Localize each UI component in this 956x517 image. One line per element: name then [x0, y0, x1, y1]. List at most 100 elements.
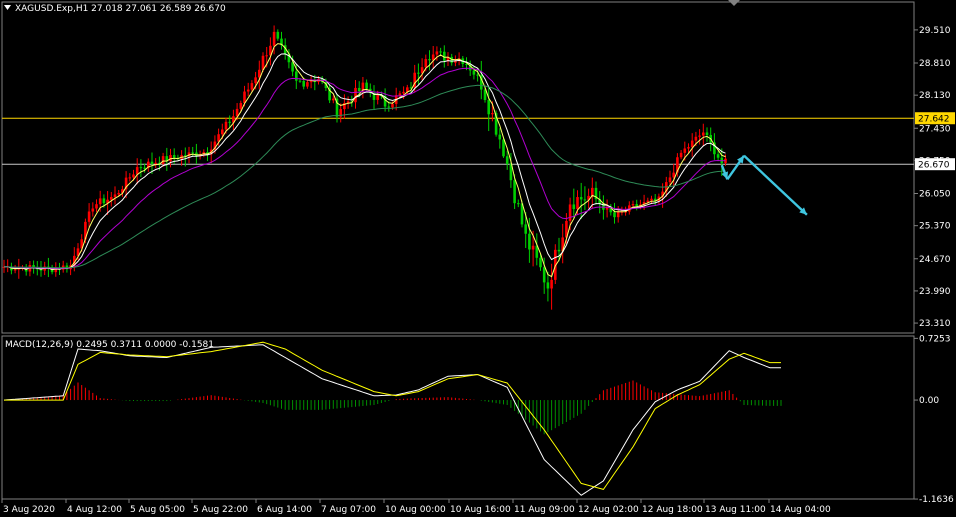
candle-body: [387, 106, 391, 108]
candle-body: [309, 80, 313, 83]
candle-body: [265, 55, 268, 57]
symbol-header: XAGUSD.Exp,H1 27.018 27.061 26.589 26.67…: [15, 4, 226, 14]
candle-body: [95, 204, 98, 209]
candle-body: [302, 80, 305, 87]
price-tick-label: 24.670: [919, 255, 951, 265]
candle-body: [365, 82, 368, 89]
candle-body: [298, 80, 302, 82]
candle-body: [169, 155, 172, 162]
candle-body: [272, 31, 276, 46]
candle-body: [513, 180, 516, 204]
price-tick-label: 28.810: [919, 59, 951, 69]
time-tick-label: 12 Aug 02:00: [578, 505, 639, 515]
candle-body: [221, 129, 224, 135]
candle-body: [705, 132, 709, 136]
candle-body: [354, 87, 357, 103]
candle-body: [631, 204, 635, 206]
candle-body: [228, 121, 231, 123]
candle-body: [502, 139, 505, 157]
candle-body: [583, 199, 587, 201]
candle-body: [687, 147, 690, 149]
candle-body: [117, 192, 120, 195]
price-tick-label: 29.510: [919, 26, 951, 36]
time-tick-label: 5 Aug 05:00: [130, 505, 185, 515]
candle-body: [254, 77, 257, 84]
price-tag-text-1: 26.670: [918, 161, 950, 171]
macd-header: MACD(12,26,9) 0.2495 0.3711 0.0000 -0.15…: [5, 340, 214, 350]
candle-body: [332, 98, 335, 101]
candle-body: [87, 211, 91, 222]
candle-body: [91, 208, 95, 212]
candle-body: [150, 161, 154, 165]
candle-body: [591, 187, 594, 196]
candle-body: [132, 174, 135, 178]
candle-body: [135, 167, 139, 175]
candle-body: [376, 94, 379, 100]
candle-body: [716, 154, 720, 158]
candle-body: [102, 198, 106, 204]
price-tick-label: 27.430: [919, 124, 951, 134]
candle-body: [635, 204, 638, 207]
time-tick-label: 11 Aug 09:00: [514, 505, 575, 515]
candle-body: [491, 113, 494, 115]
candle-body: [154, 162, 157, 165]
candle-body: [98, 198, 102, 205]
candle-body: [357, 87, 361, 92]
candle-body: [528, 233, 531, 250]
candle-body: [143, 167, 146, 169]
price-tag-text-0: 27.642: [918, 115, 950, 125]
candle-body: [139, 167, 143, 169]
candle-body: [110, 197, 113, 200]
candle-body: [113, 194, 117, 198]
chart-canvas: 29.51028.81028.13027.43026.75026.05025.3…: [0, 0, 956, 517]
candle-body: [398, 93, 402, 96]
candle-body: [613, 212, 616, 218]
candle-body: [161, 156, 165, 164]
candle-body: [579, 197, 583, 200]
time-tick-label: 12 Aug 18:00: [642, 505, 703, 515]
time-tick-label: 14 Aug 04:00: [770, 505, 831, 515]
time-tick-label: 13 Aug 11:00: [705, 505, 766, 515]
candle-body: [683, 148, 687, 153]
time-tick-label: 5 Aug 22:00: [193, 505, 248, 515]
candle-body: [542, 267, 546, 283]
candle-body: [476, 74, 479, 76]
candle-body: [306, 82, 309, 87]
candle-body: [439, 51, 442, 53]
candle-body: [13, 269, 17, 271]
candle-body: [243, 91, 246, 103]
macd-tick-label: 0.00: [919, 396, 939, 406]
candle-body: [246, 89, 250, 92]
price-tick-label: 25.370: [919, 222, 951, 232]
price-tick-label: 23.310: [919, 319, 951, 329]
time-tick-label: 4 Aug 12:00: [67, 505, 122, 515]
candle-body: [568, 204, 572, 221]
candle-body: [646, 200, 650, 203]
candle-body: [524, 224, 527, 234]
candle-body: [498, 134, 502, 140]
candle-body: [539, 257, 542, 268]
candle-body: [531, 245, 535, 250]
candle-body: [472, 70, 476, 75]
candle-body: [698, 135, 701, 137]
candle-body: [546, 282, 550, 289]
macd-tick-label: -1.1636: [919, 495, 954, 505]
candle-body: [694, 136, 698, 141]
candle-body: [690, 140, 694, 148]
candle-body: [402, 91, 405, 94]
candle-body: [487, 100, 490, 115]
price-tick-label: 28.130: [919, 91, 951, 101]
candle-body: [517, 203, 520, 205]
candle-body: [572, 204, 576, 210]
candle-body: [191, 152, 194, 154]
candle-body: [172, 155, 176, 158]
candle-body: [424, 59, 428, 68]
time-tick-label: 10 Aug 00:00: [385, 505, 446, 515]
candle-body: [465, 64, 468, 66]
candle-body: [239, 102, 243, 109]
time-tick-label: 7 Aug 07:00: [321, 505, 376, 515]
candle-body: [428, 59, 431, 61]
candle-body: [435, 51, 439, 55]
time-tick-label: 3 Aug 2020: [3, 505, 55, 515]
candle-body: [679, 152, 683, 158]
